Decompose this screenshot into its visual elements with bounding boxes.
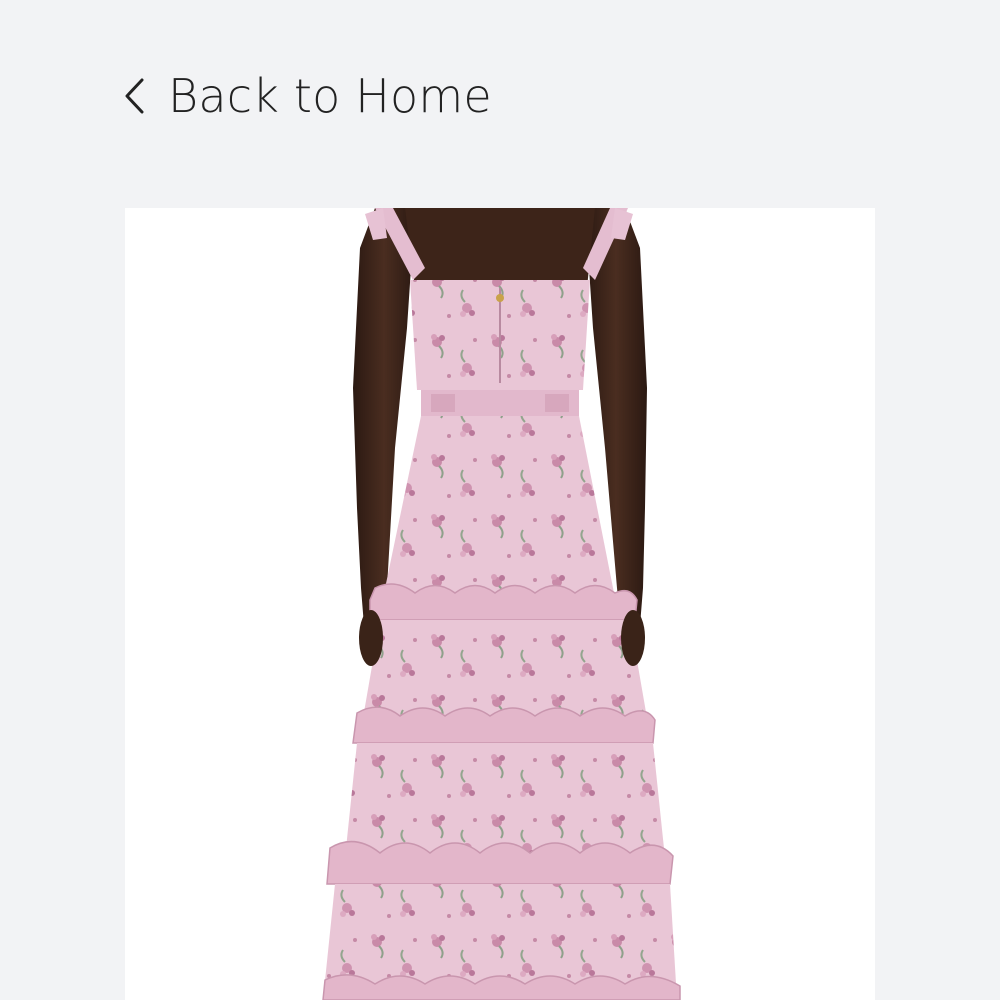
dress-photo [322, 208, 681, 1000]
product-image [125, 208, 875, 1000]
product-detail-page: Back to Home [0, 0, 1000, 1000]
back-label: Back to Home [168, 69, 492, 123]
back-to-home-link[interactable]: Back to Home [122, 66, 492, 126]
chevron-left-icon [122, 76, 146, 116]
